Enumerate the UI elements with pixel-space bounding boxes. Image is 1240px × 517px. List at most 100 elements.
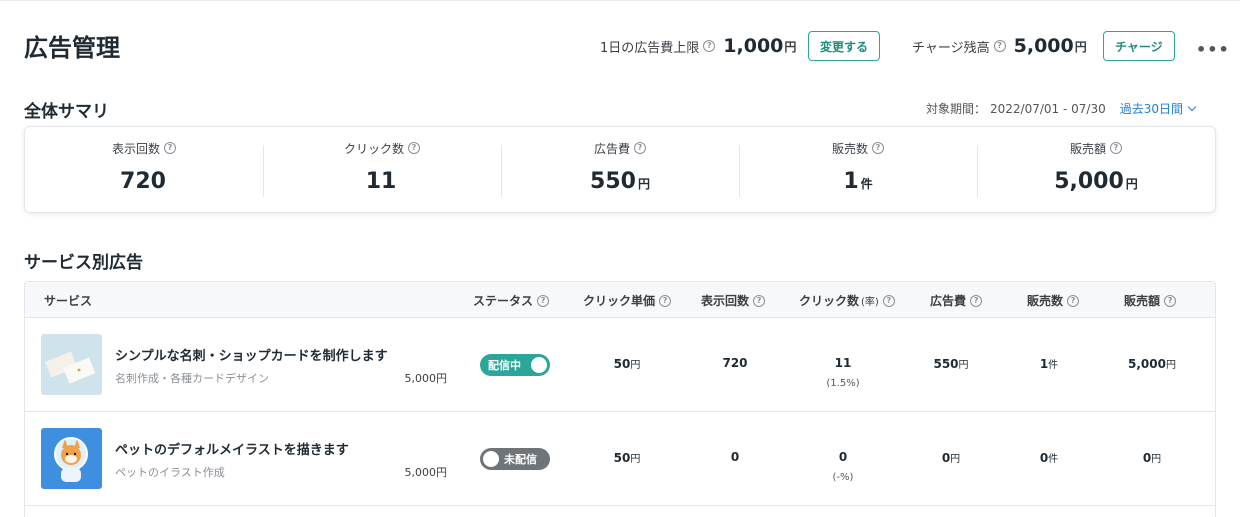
summary-value: 5,000 bbox=[1054, 168, 1124, 194]
status-toggle[interactable]: 未配信 bbox=[480, 448, 550, 470]
sales-amount-cell: 0円 bbox=[1117, 450, 1187, 465]
sales-amount-value: 0 bbox=[1142, 451, 1152, 465]
service-price: 5,000円 bbox=[404, 372, 448, 385]
charge-balance-unit: 円 bbox=[1074, 39, 1087, 54]
impressions-cell: 720 bbox=[722, 356, 748, 370]
charge-balance: チャージ残高 ? 5,000 円 bbox=[912, 31, 1087, 61]
col-status: ステータス? bbox=[473, 292, 550, 309]
summary-impressions: 表示回数? 720 bbox=[25, 127, 263, 212]
top-divider bbox=[0, 0, 1240, 1]
unit: 件 bbox=[1048, 454, 1059, 465]
daily-limit-unit: 円 bbox=[784, 39, 797, 54]
ad-cost-cell: 0円 bbox=[921, 450, 981, 465]
summary-label: 販売額 bbox=[1069, 141, 1106, 156]
service-price: 5,000円 bbox=[404, 466, 448, 479]
help-icon[interactable]: ? bbox=[872, 142, 884, 154]
services-title: サービス別広告 bbox=[24, 253, 143, 273]
charge-button-wrap: チャージ bbox=[1103, 31, 1175, 61]
summary-sales-count: 販売数? 1件 bbox=[739, 127, 977, 212]
table-row[interactable]: ペットのデフォルメイラストを描きます ペットのイラスト作成 5,000円 未配信… bbox=[25, 412, 1215, 506]
services-table: サービス ステータス? クリック単価? 表示回数? クリック数 (率)? 広告費?… bbox=[24, 281, 1216, 517]
sales-amount-value: 5,000 bbox=[1128, 357, 1166, 371]
daily-limit-value: 1,000 bbox=[723, 35, 784, 57]
toggle-knob bbox=[531, 357, 547, 373]
status-toggle[interactable]: 配信中 bbox=[480, 354, 550, 376]
col-label: 表示回数 bbox=[701, 294, 750, 308]
charge-button[interactable]: チャージ bbox=[1103, 31, 1175, 61]
service-title[interactable]: ペットのデフォルメイラストを描きます bbox=[115, 439, 349, 458]
help-icon[interactable]: ? bbox=[1067, 294, 1080, 307]
more-icon[interactable]: ••• bbox=[1196, 40, 1230, 59]
sales-amount-cell: 5,000円 bbox=[1117, 356, 1187, 371]
summary-value: 1 bbox=[843, 168, 859, 194]
help-icon[interactable]: ? bbox=[882, 294, 895, 307]
period-selector[interactable]: 過去30日間 bbox=[1120, 100, 1197, 117]
col-label: サービス bbox=[44, 294, 93, 308]
summary-value: 720 bbox=[120, 168, 166, 194]
change-button-wrap: 変更する bbox=[808, 31, 881, 61]
help-icon[interactable]: ? bbox=[753, 294, 766, 307]
help-icon[interactable]: ? bbox=[970, 294, 983, 307]
summary-card: 表示回数? 720 クリック数? 11 広告費? 550 円 販売数? 1件 販売… bbox=[24, 126, 1216, 213]
period: 対象期間： 2022/07/01 - 07/30 過去30日間 bbox=[926, 100, 1197, 117]
sales-count-cell: 0件 bbox=[1021, 450, 1077, 465]
unit: 円 bbox=[630, 360, 641, 371]
col-label: 販売数 bbox=[1027, 294, 1064, 308]
help-icon[interactable]: ? bbox=[659, 294, 672, 307]
service-title[interactable]: シンプルな名刺・ショップカードを制作します bbox=[115, 345, 388, 364]
summary-sales-amount: 販売額? 5,000 円 bbox=[977, 127, 1215, 212]
unit: 円 bbox=[1151, 454, 1162, 465]
table-row[interactable]: シンプルな名刺・ショップカードを制作します 名刺作成・各種カードデザイン 5,0… bbox=[25, 318, 1215, 412]
cpc-cell: 50円 bbox=[599, 450, 655, 465]
daily-limit: 1日の広告費上限 ? 1,000 円 bbox=[600, 31, 796, 61]
summary-label: 表示回数 bbox=[111, 141, 160, 156]
summary-unit: 件 bbox=[860, 176, 873, 191]
charge-balance-value: 5,000 bbox=[1013, 35, 1074, 57]
clicks-cell: 0 bbox=[838, 450, 848, 464]
ad-cost-value: 0 bbox=[941, 451, 951, 465]
col-label: 販売額 bbox=[1124, 294, 1161, 308]
col-sales-amount: 販売額? bbox=[1124, 292, 1177, 309]
help-icon[interactable]: ? bbox=[703, 40, 716, 52]
period-label: 対象期間： bbox=[926, 102, 987, 116]
col-label: 広告費 bbox=[930, 294, 967, 308]
help-icon[interactable]: ? bbox=[1110, 142, 1122, 154]
col-cpc: クリック単価? bbox=[583, 292, 672, 309]
charge-balance-label: チャージ残高 bbox=[912, 40, 990, 56]
sales-count-value: 1 bbox=[1039, 357, 1049, 371]
summary-value: 550 bbox=[590, 168, 636, 194]
business-card-thumbnail[interactable] bbox=[41, 334, 102, 395]
cpc-cell: 50円 bbox=[599, 356, 655, 371]
toggle-knob bbox=[483, 451, 499, 467]
ad-cost-value: 550 bbox=[933, 357, 959, 371]
help-icon[interactable]: ? bbox=[537, 294, 550, 307]
clicks-cell: 11 bbox=[834, 356, 852, 370]
help-icon[interactable]: ? bbox=[1164, 294, 1177, 307]
summary-unit: 円 bbox=[637, 176, 650, 191]
col-ad-cost: 広告費? bbox=[930, 292, 983, 309]
pet-illustration-thumbnail[interactable] bbox=[41, 428, 102, 489]
col-label: クリック数 bbox=[799, 294, 860, 308]
change-limit-button[interactable]: 変更する bbox=[808, 31, 881, 61]
ad-cost-cell: 550円 bbox=[921, 356, 981, 371]
daily-limit-label: 1日の広告費上限 bbox=[600, 40, 700, 56]
summary-label: 販売数 bbox=[831, 141, 868, 156]
summary-ad-cost: 広告費? 550 円 bbox=[501, 127, 739, 212]
summary-title: 全体サマリ bbox=[24, 102, 109, 122]
help-icon[interactable]: ? bbox=[408, 142, 420, 154]
unit: 円 bbox=[630, 454, 641, 465]
chevron-down-icon bbox=[1187, 102, 1197, 111]
help-icon[interactable]: ? bbox=[634, 142, 646, 154]
summary-label: 広告費 bbox=[593, 141, 630, 156]
table-header: サービス ステータス? クリック単価? 表示回数? クリック数 (率)? 広告費?… bbox=[25, 282, 1215, 318]
help-icon[interactable]: ? bbox=[164, 142, 176, 154]
help-icon[interactable]: ? bbox=[993, 40, 1006, 52]
unit: 件 bbox=[1048, 360, 1059, 371]
status-label: 未配信 bbox=[504, 453, 537, 466]
col-clicks: クリック数 (率)? bbox=[799, 292, 895, 309]
col-impressions: 表示回数? bbox=[701, 292, 766, 309]
unit: 円 bbox=[958, 360, 969, 371]
unit: 円 bbox=[1165, 360, 1176, 371]
impressions-cell: 0 bbox=[730, 450, 740, 464]
col-sublabel: (率) bbox=[861, 297, 879, 308]
